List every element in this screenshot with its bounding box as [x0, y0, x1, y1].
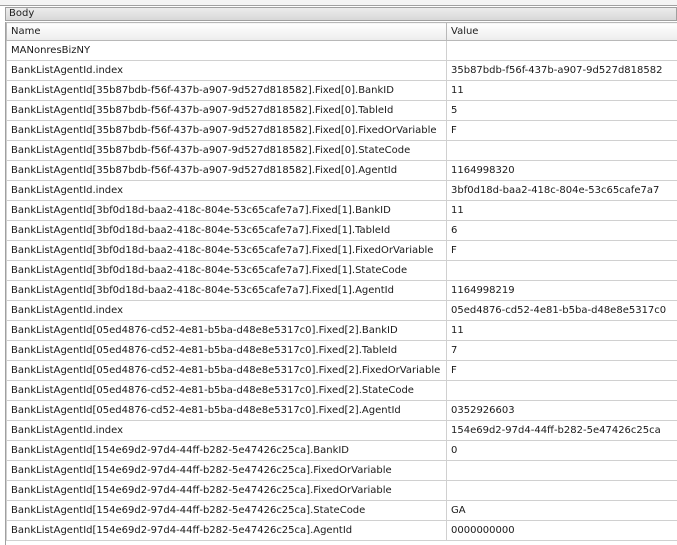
row-name-cell[interactable]: BankListAgentId[154e69d2-97d4-44ff-b282-… [6, 520, 447, 541]
table-row[interactable]: BankListAgentId[154e69d2-97d4-44ff-b282-… [6, 480, 677, 501]
row-value-cell[interactable] [446, 40, 677, 61]
row-name-cell[interactable]: BankListAgentId[35b87bdb-f56f-437b-a907-… [6, 100, 447, 121]
table-row[interactable]: BankListAgentId[154e69d2-97d4-44ff-b282-… [6, 520, 677, 541]
row-value-cell[interactable]: 05ed4876-cd52-4e81-b5ba-d48e8e5317c0 [446, 300, 677, 321]
table-row[interactable]: MANonresBizNY [6, 40, 677, 61]
table-row[interactable]: BankListAgentId[3bf0d18d-baa2-418c-804e-… [6, 260, 677, 281]
table-row[interactable]: BankListAgentId.index 35b87bdb-f56f-437b-… [6, 60, 677, 81]
table-row[interactable]: BankListAgentId[3bf0d18d-baa2-418c-804e-… [6, 280, 677, 301]
row-name-cell[interactable]: BankListAgentId[3bf0d18d-baa2-418c-804e-… [6, 220, 447, 241]
row-value-cell[interactable]: F [446, 240, 677, 261]
row-value-cell[interactable]: 11 [446, 80, 677, 101]
row-name-cell[interactable]: BankListAgentId[154e69d2-97d4-44ff-b282-… [6, 460, 447, 481]
row-name-cell[interactable]: BankListAgentId[3bf0d18d-baa2-418c-804e-… [6, 200, 447, 221]
row-value-cell[interactable] [446, 140, 677, 161]
row-name-cell[interactable]: BankListAgentId[3bf0d18d-baa2-418c-804e-… [6, 280, 447, 301]
table-row[interactable]: BankListAgentId[3bf0d18d-baa2-418c-804e-… [6, 220, 677, 241]
row-name-cell[interactable]: BankListAgentId[05ed4876-cd52-4e81-b5ba-… [6, 400, 447, 421]
row-name-cell[interactable]: MANonresBizNY [6, 40, 447, 61]
name-value-grid: Name Value MANonresBizNY BankListAgentId.… [6, 22, 677, 541]
top-toolbar-strip [0, 0, 677, 6]
row-value-cell[interactable]: 7 [446, 340, 677, 361]
row-value-cell[interactable]: F [446, 120, 677, 141]
row-name-cell[interactable]: BankListAgentId[3bf0d18d-baa2-418c-804e-… [6, 260, 447, 281]
row-name-cell[interactable]: BankListAgentId[154e69d2-97d4-44ff-b282-… [6, 500, 447, 521]
row-value-cell[interactable] [446, 480, 677, 501]
row-name-cell[interactable]: BankListAgentId[35b87bdb-f56f-437b-a907-… [6, 140, 447, 161]
row-value-cell[interactable]: 11 [446, 200, 677, 221]
table-row[interactable]: BankListAgentId[154e69d2-97d4-44ff-b282-… [6, 460, 677, 481]
table-row[interactable]: BankListAgentId[154e69d2-97d4-44ff-b282-… [6, 440, 677, 461]
row-value-cell[interactable]: 1164998320 [446, 160, 677, 181]
row-value-cell[interactable]: 0352926603 [446, 400, 677, 421]
row-name-cell[interactable]: BankListAgentId[05ed4876-cd52-4e81-b5ba-… [6, 360, 447, 381]
table-row[interactable]: BankListAgentId[35b87bdb-f56f-437b-a907-… [6, 140, 677, 161]
table-row[interactable]: BankListAgentId[05ed4876-cd52-4e81-b5ba-… [6, 380, 677, 401]
table-row[interactable]: BankListAgentId.index 05ed4876-cd52-4e81-… [6, 300, 677, 321]
column-header-value[interactable]: Value [446, 22, 677, 41]
row-value-cell[interactable]: 35b87bdb-f56f-437b-a907-9d527d818582 [446, 60, 677, 81]
row-value-cell[interactable]: F [446, 360, 677, 381]
row-name-cell[interactable]: BankListAgentId[05ed4876-cd52-4e81-b5ba-… [6, 340, 447, 361]
row-name-cell[interactable]: BankListAgentId.index [6, 300, 447, 321]
row-value-cell[interactable]: GA [446, 500, 677, 521]
row-name-cell[interactable]: BankListAgentId.index [6, 60, 447, 81]
table-row[interactable]: BankListAgentId[05ed4876-cd52-4e81-b5ba-… [6, 360, 677, 381]
row-value-cell[interactable]: 154e69d2-97d4-44ff-b282-5e47426c25ca [446, 420, 677, 441]
row-name-cell[interactable]: BankListAgentId.index [6, 420, 447, 441]
row-value-cell[interactable]: 0 [446, 440, 677, 461]
table-row[interactable]: BankListAgentId[3bf0d18d-baa2-418c-804e-… [6, 200, 677, 221]
grid-header-row: Name Value [6, 22, 677, 41]
table-row[interactable]: BankListAgentId[35b87bdb-f56f-437b-a907-… [6, 160, 677, 181]
table-row[interactable]: BankListAgentId[05ed4876-cd52-4e81-b5ba-… [6, 320, 677, 341]
table-row[interactable]: BankListAgentId[35b87bdb-f56f-437b-a907-… [6, 80, 677, 101]
row-value-cell[interactable]: 11 [446, 320, 677, 341]
row-name-cell[interactable]: BankListAgentId[35b87bdb-f56f-437b-a907-… [6, 120, 447, 141]
row-name-cell[interactable]: BankListAgentId[154e69d2-97d4-44ff-b282-… [6, 480, 447, 501]
table-row[interactable]: BankListAgentId[3bf0d18d-baa2-418c-804e-… [6, 240, 677, 261]
row-value-cell[interactable] [446, 380, 677, 401]
row-name-cell[interactable]: BankListAgentId[154e69d2-97d4-44ff-b282-… [6, 440, 447, 461]
table-row[interactable]: BankListAgentId[35b87bdb-f56f-437b-a907-… [6, 120, 677, 141]
form-body-viewer: Body Name Value MANonresBizNY BankListAge… [0, 0, 677, 545]
panel-title: Body [5, 7, 677, 21]
column-header-name[interactable]: Name [6, 22, 447, 41]
row-name-cell[interactable]: BankListAgentId[3bf0d18d-baa2-418c-804e-… [6, 240, 447, 261]
row-name-cell[interactable]: BankListAgentId[35b87bdb-f56f-437b-a907-… [6, 160, 447, 181]
table-row[interactable]: BankListAgentId[05ed4876-cd52-4e81-b5ba-… [6, 340, 677, 361]
row-value-cell[interactable]: 1164998219 [446, 280, 677, 301]
grid-body: MANonresBizNY BankListAgentId.index 35b87b… [6, 40, 677, 541]
row-value-cell[interactable]: 5 [446, 100, 677, 121]
table-row[interactable]: BankListAgentId.index 3bf0d18d-baa2-418c-… [6, 180, 677, 201]
row-name-cell[interactable]: BankListAgentId[05ed4876-cd52-4e81-b5ba-… [6, 320, 447, 341]
row-name-cell[interactable]: BankListAgentId[05ed4876-cd52-4e81-b5ba-… [6, 380, 447, 401]
row-value-cell[interactable]: 0000000000 [446, 520, 677, 541]
row-value-cell[interactable]: 6 [446, 220, 677, 241]
row-value-cell[interactable] [446, 460, 677, 481]
row-value-cell[interactable] [446, 260, 677, 281]
row-value-cell[interactable]: 3bf0d18d-baa2-418c-804e-53c65cafe7a7 [446, 180, 677, 201]
table-row[interactable]: BankListAgentId[154e69d2-97d4-44ff-b282-… [6, 500, 677, 521]
row-name-cell[interactable]: BankListAgentId.index [6, 180, 447, 201]
table-row[interactable]: BankListAgentId[05ed4876-cd52-4e81-b5ba-… [6, 400, 677, 421]
table-row[interactable]: BankListAgentId[35b87bdb-f56f-437b-a907-… [6, 100, 677, 121]
table-row[interactable]: BankListAgentId.index 154e69d2-97d4-44ff-… [6, 420, 677, 441]
row-name-cell[interactable]: BankListAgentId[35b87bdb-f56f-437b-a907-… [6, 80, 447, 101]
